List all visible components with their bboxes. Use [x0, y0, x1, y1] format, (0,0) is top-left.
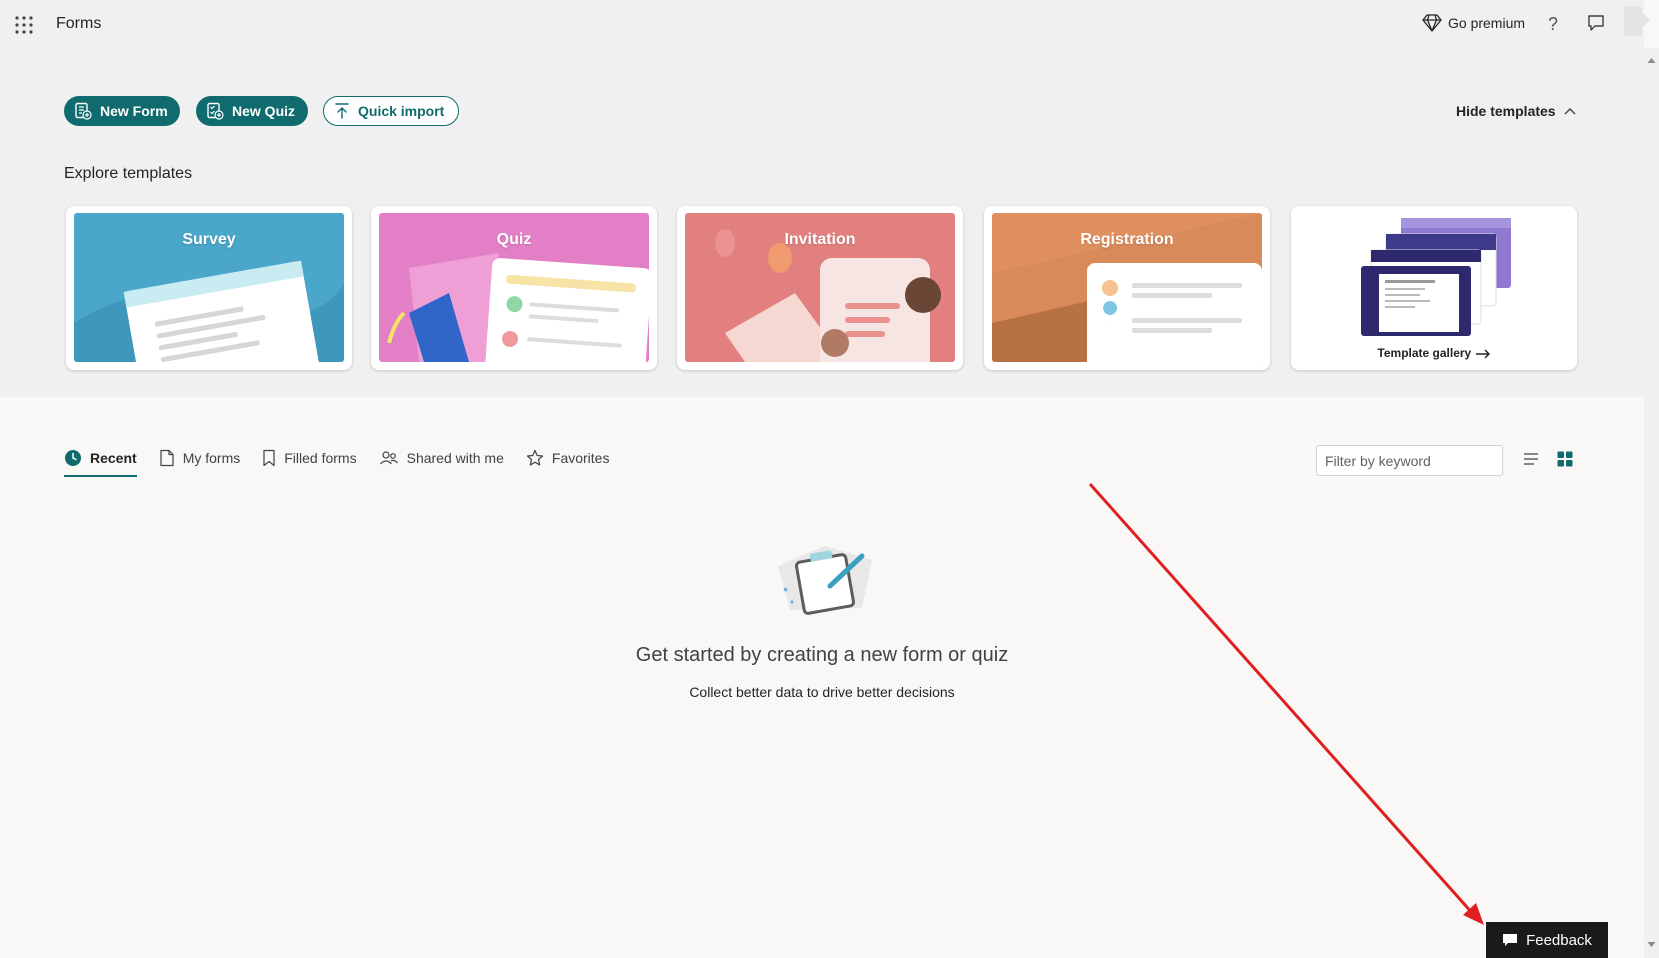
template-gallery-link[interactable]: Template gallery [1291, 346, 1577, 360]
template-card-survey[interactable]: Survey [66, 206, 352, 370]
empty-state-subtitle: Collect better data to drive better deci… [689, 684, 955, 700]
app-header: Forms Go premium ? [0, 0, 1650, 48]
grid-view-icon[interactable] [1557, 451, 1573, 467]
quiz-thumbnail: Quiz [379, 213, 649, 362]
feedback-button[interactable]: Feedback [1486, 922, 1608, 958]
scroll-down-icon[interactable] [1644, 938, 1659, 952]
tab-my-forms-label: My forms [182, 450, 241, 466]
tab-filled-forms[interactable]: Filled forms [262, 449, 357, 477]
arrow-right-icon [1475, 349, 1490, 359]
go-premium-button[interactable]: Go premium [1422, 14, 1525, 32]
explore-templates-heading: Explore templates [64, 165, 193, 182]
template-card-registration[interactable]: Registration [984, 206, 1270, 370]
app-launcher-icon[interactable] [14, 15, 34, 35]
help-icon[interactable]: ? [1548, 14, 1558, 35]
quick-import-label: Quick import [358, 103, 445, 119]
tab-shared-with-me[interactable]: Shared with me [379, 449, 504, 477]
tab-favorites[interactable]: Favorites [526, 449, 610, 477]
survey-label: Survey [182, 231, 236, 248]
template-gallery-label: Template gallery [1377, 346, 1472, 360]
survey-thumbnail: Survey [74, 213, 344, 362]
hide-templates-label: Hide templates [1456, 103, 1556, 119]
template-card-gallery[interactable]: Template gallery [1291, 206, 1577, 370]
forms-tabs: Recent My forms Filled forms Shared with… [64, 449, 631, 477]
comment-icon [1503, 934, 1518, 946]
diamond-icon [1422, 14, 1442, 32]
feedback-chat-icon[interactable] [1587, 14, 1605, 32]
registration-label: Registration [1080, 231, 1174, 248]
tab-shared-with-me-label: Shared with me [406, 450, 504, 466]
clipboard-illustration-icon [778, 546, 872, 615]
template-gallery-illustration-icon [1361, 218, 1511, 336]
filter-keyword-input[interactable] [1316, 445, 1503, 476]
tab-my-forms[interactable]: My forms [159, 449, 241, 477]
template-card-quiz[interactable]: Quiz [371, 206, 657, 370]
scroll-up-icon[interactable] [1644, 54, 1659, 68]
new-quiz-label: New Quiz [232, 103, 296, 119]
document-icon [160, 449, 174, 467]
list-view-icon[interactable] [1523, 451, 1539, 467]
people-icon [379, 451, 398, 465]
clock-icon [65, 450, 81, 466]
new-form-label: New Form [100, 103, 168, 119]
registration-thumbnail: Registration [992, 213, 1262, 362]
template-card-invitation[interactable]: Invitation [677, 206, 963, 370]
quick-import-button[interactable]: Quick import [323, 96, 459, 126]
go-premium-label: Go premium [1448, 15, 1526, 31]
new-quiz-button[interactable]: New Quiz [196, 96, 308, 126]
invitation-label: Invitation [784, 231, 856, 248]
profile-placeholder-icon[interactable] [1620, 4, 1652, 44]
new-quiz-icon [207, 102, 224, 120]
new-form-button[interactable]: New Form [64, 96, 180, 126]
upload-icon [335, 103, 349, 119]
vertical-scrollbar[interactable] [1644, 48, 1659, 958]
tab-favorites-label: Favorites [551, 450, 610, 466]
hide-templates-toggle[interactable]: Hide templates [1456, 103, 1576, 119]
invitation-thumbnail: Invitation [685, 213, 955, 362]
feedback-label: Feedback [1526, 931, 1592, 949]
empty-state-title: Get started by creating a new form or qu… [635, 644, 1009, 666]
chevron-up-icon [1564, 108, 1576, 115]
tab-filled-forms-label: Filled forms [284, 450, 357, 466]
tab-recent[interactable]: Recent [64, 449, 137, 477]
new-form-icon [75, 102, 92, 120]
star-icon [526, 449, 543, 466]
tab-recent-label: Recent [90, 450, 137, 466]
quiz-label: Quiz [496, 231, 532, 248]
app-title[interactable]: Forms [56, 15, 101, 33]
bookmark-icon [263, 449, 275, 467]
